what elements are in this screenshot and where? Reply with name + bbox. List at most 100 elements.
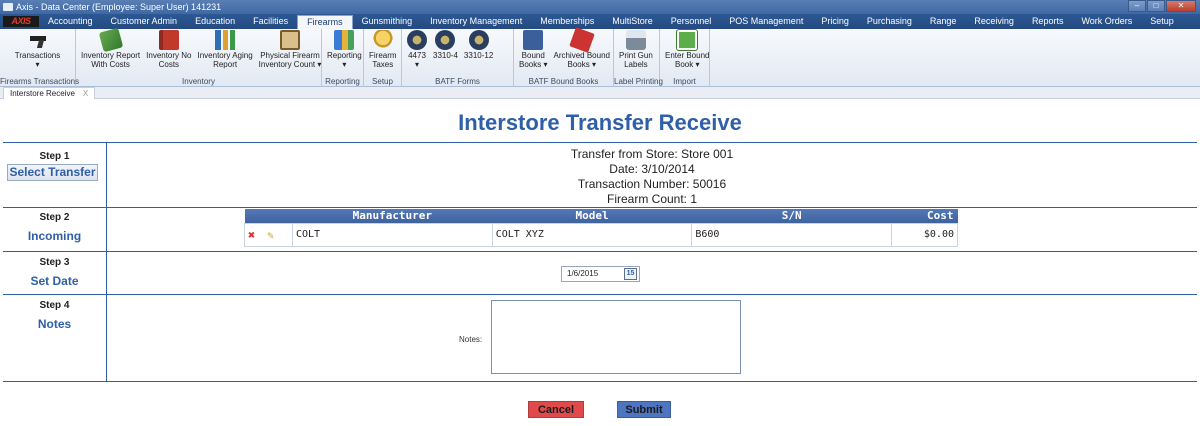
- tab-label: Interstore Receive: [10, 89, 75, 98]
- cost-cell: $0.00: [891, 222, 958, 247]
- group-label-label-printing: Label Printing: [614, 77, 663, 86]
- window-controls: – □ ✕: [1128, 0, 1196, 12]
- enter-bound-book-button[interactable]: Enter Bound Book ▾: [662, 29, 712, 69]
- inventory-aging-report-button[interactable]: Inventory Aging Report: [195, 29, 256, 69]
- group-label-import: Import: [673, 77, 696, 86]
- archive-stamp-icon: [568, 27, 595, 53]
- form-3310-4-button[interactable]: 3310-4: [430, 29, 461, 60]
- incoming-firearms-table: Manufacturer Model S/N Cost ✖ ✎ COLT COL…: [244, 209, 958, 247]
- menu-tab-work-orders[interactable]: Work Orders: [1072, 14, 1141, 29]
- physical-firearm-inventory-count-label: Physical Firearm Inventory Count ▾: [258, 51, 322, 69]
- row-actions: ✖ ✎: [244, 222, 293, 247]
- form-3310-12-button[interactable]: 3310-12: [461, 29, 496, 60]
- step4-number: Step 4: [39, 300, 70, 311]
- menu-tab-firearms[interactable]: Firearms: [297, 15, 353, 29]
- archived-bound-books-label: Archived Bound Books ▾: [553, 51, 610, 69]
- axis-logo[interactable]: AXIS: [3, 16, 39, 27]
- enter-book-icon: [677, 30, 698, 50]
- menu-tab-education[interactable]: Education: [186, 14, 244, 29]
- notes-label: Notes:: [459, 335, 483, 344]
- table-header-row: Manufacturer Model S/N Cost: [244, 209, 958, 223]
- row-divider: [3, 294, 1197, 295]
- menu-tab-memberships[interactable]: Memberships: [531, 14, 603, 29]
- batf-seal-icon: [435, 30, 456, 50]
- inventory-no-costs-label: Inventory No Costs: [146, 51, 192, 69]
- edit-icon[interactable]: ✎: [267, 229, 274, 242]
- print-gun-labels-label: Print Gun Labels: [619, 51, 653, 69]
- book-icon: [158, 30, 179, 50]
- physical-firearm-inventory-count-button[interactable]: Physical Firearm Inventory Count ▾: [256, 29, 325, 69]
- select-transfer-button[interactable]: Select Transfer: [7, 164, 98, 181]
- menu-tab-customer-admin[interactable]: Customer Admin: [102, 14, 187, 29]
- cost-header: Cost: [891, 209, 958, 223]
- ribbon-group-inventory: Inventory Report With Costs Inventory No…: [76, 27, 325, 87]
- print-gun-labels-button[interactable]: Print Gun Labels: [616, 29, 656, 69]
- bound-book-icon: [523, 30, 544, 50]
- form-4473-button[interactable]: 4473 ▾: [404, 29, 430, 69]
- bar-chart-icon: [215, 30, 236, 50]
- page-title: Interstore Transfer Receive: [458, 110, 742, 135]
- report-icon: [334, 30, 355, 50]
- group-label-reporting: Reporting: [325, 77, 360, 86]
- reporting-label: Reporting ▾: [327, 51, 362, 69]
- date-picker-input[interactable]: 1/6/2015 15: [561, 266, 640, 282]
- printer-icon: [625, 30, 646, 50]
- step3-number: Step 3: [39, 257, 70, 268]
- menu-tab-pos-management[interactable]: POS Management: [720, 14, 812, 29]
- group-label-batf-forms: BATF Forms: [435, 77, 480, 86]
- menu-tab-receiving[interactable]: Receiving: [965, 14, 1023, 29]
- minimize-button[interactable]: –: [1128, 0, 1146, 12]
- row-divider: [3, 207, 1197, 208]
- delete-icon[interactable]: ✖: [248, 228, 255, 242]
- enter-bound-book-label: Enter Bound Book ▾: [665, 51, 710, 69]
- menu-tab-pricing[interactable]: Pricing: [812, 14, 858, 29]
- step4-title: Notes: [37, 317, 72, 331]
- ribbon-group-label-printing: Print Gun Labels Label Printing: [614, 29, 663, 87]
- manufacturer-header: Manufacturer: [292, 209, 493, 223]
- group-label-setup: Setup: [372, 77, 393, 86]
- inventory-report-with-costs-button[interactable]: Inventory Report With Costs: [78, 27, 143, 69]
- inventory-no-costs-button[interactable]: Inventory No Costs: [143, 29, 194, 69]
- close-window-button[interactable]: ✕: [1166, 0, 1196, 12]
- archived-bound-books-button[interactable]: Archived Bound Books ▾: [550, 27, 612, 69]
- maximize-button[interactable]: □: [1147, 0, 1165, 12]
- bound-books-button[interactable]: Bound Books ▾: [516, 29, 550, 69]
- menu-tab-setup[interactable]: Setup: [1141, 14, 1183, 29]
- manufacturer-cell: COLT: [291, 222, 493, 247]
- menu-tab-multistore[interactable]: MultiStore: [603, 14, 662, 29]
- date-value: 1/6/2015: [567, 269, 599, 278]
- group-label-firearms-transactions: Firearms Transactions: [0, 77, 80, 86]
- menu-tab-accounting[interactable]: Accounting: [39, 14, 102, 29]
- submit-button[interactable]: Submit: [617, 401, 671, 418]
- window-titlebar: Axis - Data Center (Employee: Super User…: [0, 0, 1200, 14]
- menu-tab-facilities[interactable]: Facilities: [244, 14, 297, 29]
- calendar-icon[interactable]: 15: [624, 268, 637, 280]
- serial-number-header: S/N: [691, 209, 892, 223]
- menu-tab-personnel[interactable]: Personnel: [662, 14, 721, 29]
- document-tab-bar: Interstore Receive X: [0, 87, 1200, 99]
- close-tab-icon[interactable]: X: [83, 89, 88, 98]
- ribbon-toolbar: Transactions ▾ Firearms Transactions Inv…: [0, 27, 1200, 87]
- cancel-button[interactable]: Cancel: [528, 401, 584, 418]
- firearm-taxes-button[interactable]: Firearm Taxes: [366, 29, 400, 69]
- group-label-inventory: Inventory: [182, 77, 215, 86]
- reporting-button[interactable]: Reporting ▾: [324, 29, 365, 69]
- form-4473-label: 4473 ▾: [408, 51, 426, 69]
- transaction-number: Transaction Number: 50016: [577, 177, 727, 191]
- tab-interstore-receive[interactable]: Interstore Receive X: [3, 87, 96, 99]
- menu-tab-reports[interactable]: Reports: [1023, 14, 1073, 29]
- notes-textarea[interactable]: [491, 300, 741, 374]
- ribbon-group-import: Enter Bound Book ▾ Import: [660, 29, 710, 87]
- window-title: Axis - Data Center (Employee: Super User…: [16, 2, 222, 12]
- app-icon: [3, 3, 13, 11]
- menu-tab-inventory-management[interactable]: Inventory Management: [421, 14, 531, 29]
- menu-tab-range[interactable]: Range: [921, 14, 966, 29]
- transactions-button[interactable]: Transactions ▾: [2, 29, 73, 69]
- ribbon-group-batf-forms: 4473 ▾ 3310-4 3310-12 BATF Forms: [402, 29, 514, 87]
- menu-tab-purchasing[interactable]: Purchasing: [858, 14, 921, 29]
- clipboard-icon: [280, 30, 301, 50]
- step2-title: Incoming: [27, 229, 82, 243]
- batf-seal-icon: [407, 30, 427, 50]
- serial-number-cell: B600: [691, 222, 893, 247]
- menu-tab-gunsmithing[interactable]: Gunsmithing: [353, 14, 422, 29]
